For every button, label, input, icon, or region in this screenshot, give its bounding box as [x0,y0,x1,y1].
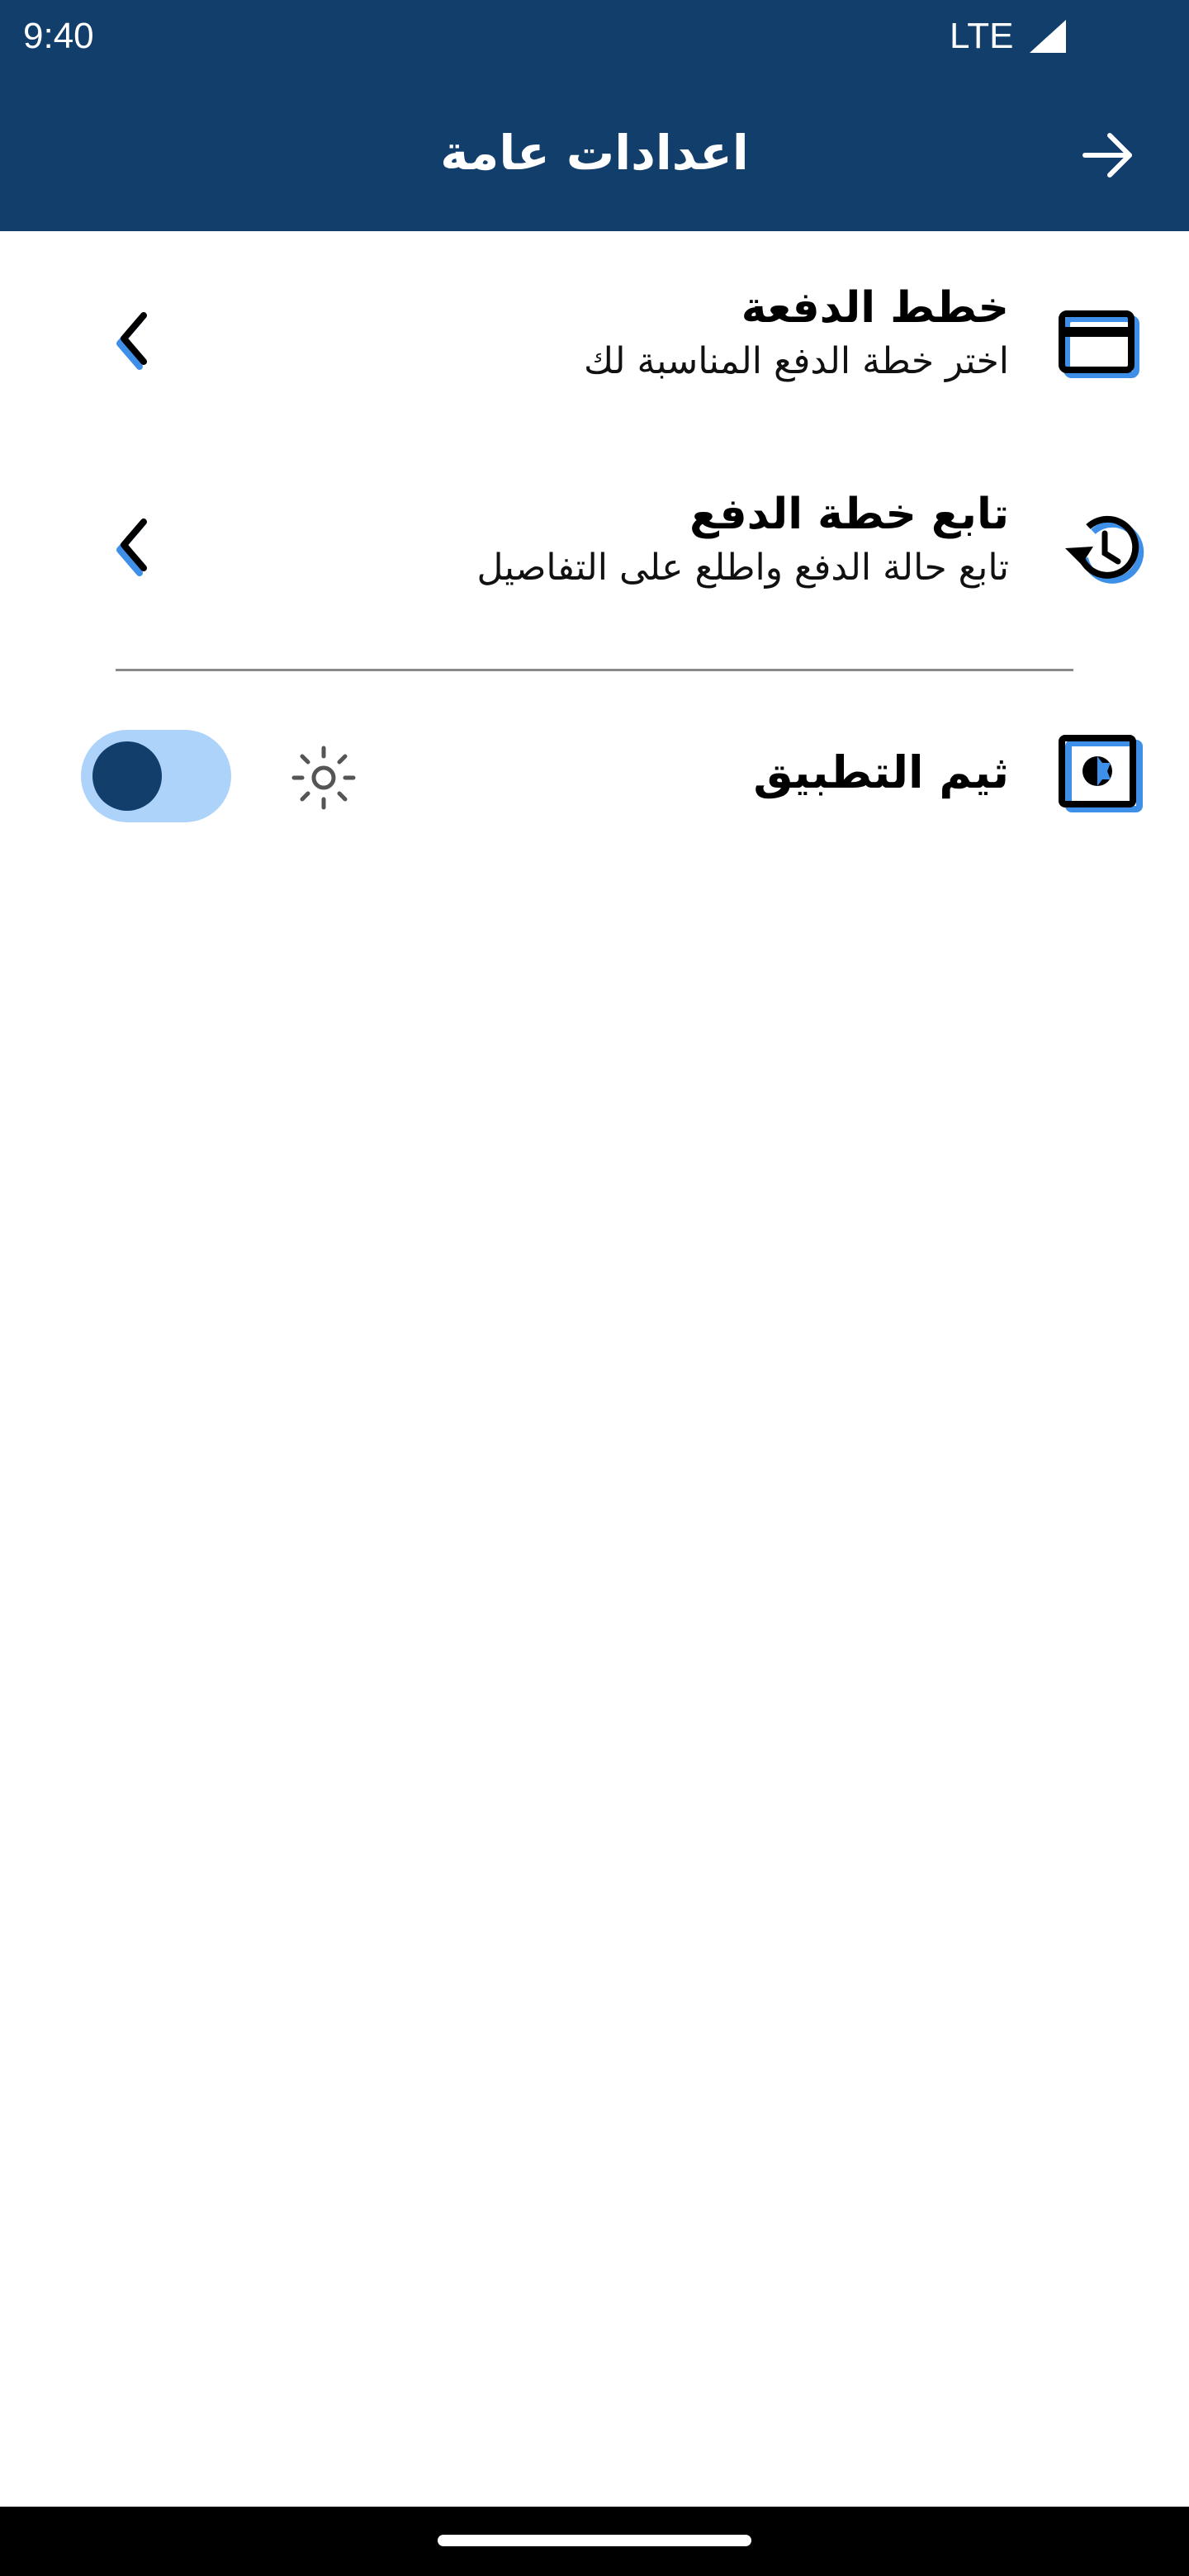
chevron-left-icon [116,312,147,370]
payment-plans-title: خطط الدفعة [741,283,1009,333]
chevron-left-icon [116,519,147,576]
page-title: اعدادات عامة [440,125,749,181]
theme-toggle[interactable] [81,730,231,822]
signal-icon [1030,20,1066,53]
network-label: LTE [950,16,1014,56]
system-nav-bar [0,2507,1189,2576]
app-theme-row: ثيم التطبيق [0,718,1189,834]
toggle-knob [92,741,162,811]
arrow-right-icon [1082,133,1132,178]
payment-plans-text: خطط الدفعة اختر خطة الدفع المناسبة لك [266,279,1009,386]
history-icon [1065,515,1144,584]
status-time: 9:40 [23,16,94,56]
payment-plans-subtitle: اختر خطة الدفع المناسبة لك [584,340,1009,382]
track-payment-title: تابع خطة الدفع [689,490,1009,539]
brightness-icon [1059,735,1143,812]
home-indicator[interactable] [438,2535,751,2546]
app-bar: 9:40 LTE اعدادات عامة [0,0,1189,231]
theme-label: ثيم التطبيق [753,746,1009,798]
back-button[interactable] [1073,121,1143,190]
payment-plans-item[interactable]: خطط الدفعة اختر خطة الدفع المناسبة لك [0,256,1189,421]
track-payment-item[interactable]: تابع خطة الدفع تابع حالة الدفع واطلع على… [0,462,1189,627]
credit-card-icon [1059,310,1139,378]
track-payment-subtitle: تابع حالة الدفع واطلع على التفاصيل [476,547,1009,589]
divider [116,669,1073,671]
sun-icon [291,746,356,810]
track-payment-text: تابع خطة الدفع تابع حالة الدفع واطلع على… [266,485,1009,593]
